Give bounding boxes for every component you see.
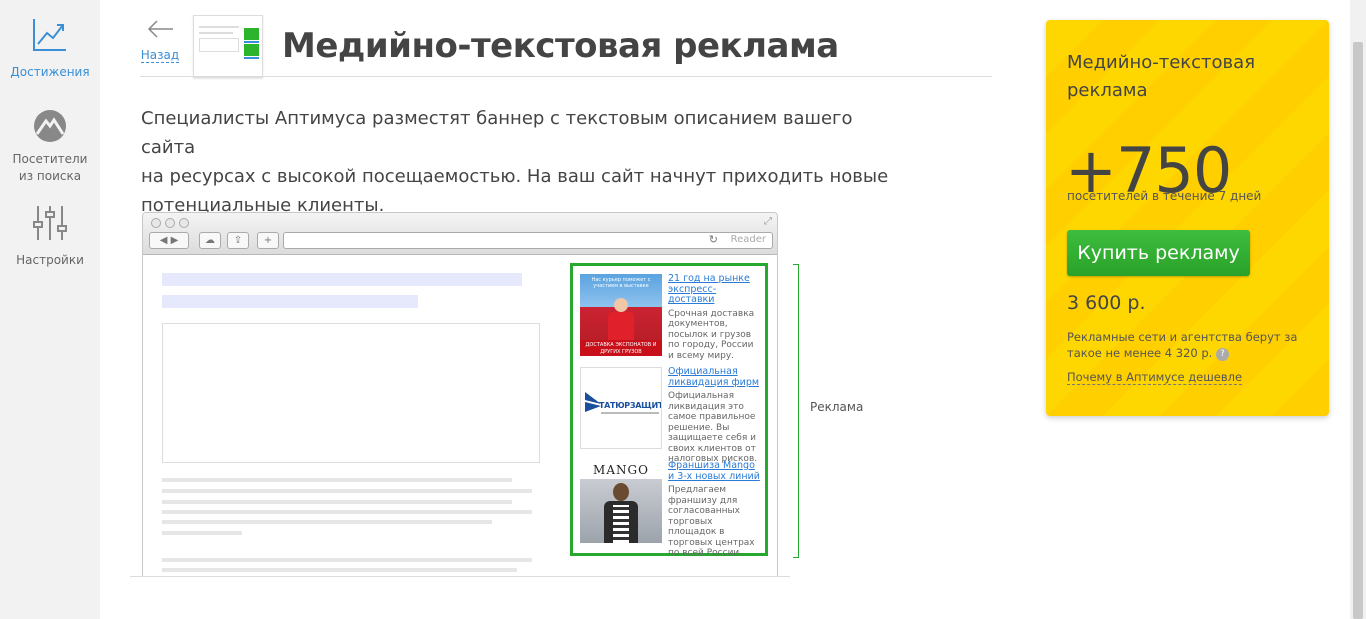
ad-description: Срочная доставка документов, посылок и г… (668, 308, 755, 361)
buy-ad-button[interactable]: Купить рекламу (1067, 230, 1250, 276)
ad-item: Нас курьер поможет с участием в выставке… (580, 273, 762, 361)
offer-card: Медийно-текстовая реклама +750 посетител… (1046, 20, 1329, 416)
ad-link[interactable]: 21 год на рынке экспресс-доставки (668, 273, 762, 306)
placeholder-line (162, 478, 512, 482)
plaid-shirt-icon (613, 505, 629, 543)
scrollbar[interactable] (1350, 0, 1366, 619)
browser-toolbar: ⤢ ◀ ▶ ☁ ⇪ + ↻ Reader (143, 213, 777, 255)
main-content: Назад Медийно-текстовая реклама Специали… (100, 0, 1366, 619)
reader-label: Reader (730, 234, 766, 245)
description-line: на ресурсах с высокой посещаемостью. На … (141, 166, 889, 187)
ad-text: Официальная ликвидация фирм Официальная … (668, 366, 762, 465)
fullscreen-icon: ⤢ (764, 216, 772, 227)
ad-image-mango: MANGO (580, 461, 662, 543)
ad-text: Франшиза Mango и 3-х новых линий Предлаг… (668, 460, 762, 559)
ad-link[interactable]: Франшиза Mango и 3-х новых линий (668, 460, 762, 482)
ad-link[interactable]: Официальная ликвидация фирм (668, 366, 762, 388)
sidebar-item-label: из поиска (18, 169, 82, 183)
window-dot (165, 218, 175, 228)
divider (130, 576, 790, 577)
service-thumbnail (193, 15, 263, 78)
scrollbar-thumb[interactable] (1353, 42, 1363, 619)
ad-brand: ТАТЮРЗАЩИТА (599, 401, 662, 410)
arrow-left-icon (147, 20, 173, 38)
sidebar-item-settings[interactable]: Настройки (0, 204, 100, 269)
sidebar-item-label: Настройки (16, 253, 84, 267)
chart-line-icon (33, 19, 66, 51)
ad-description: Официальная ликвидация это самое правиль… (668, 391, 758, 464)
why-cheaper-link[interactable]: Почему в Аптимусе дешевле (1067, 370, 1243, 385)
window-dot (151, 218, 161, 228)
ad-image-caption: ДОСТАВКА ЭКСПОНАТОВ И ДРУГИХ ГРУЗОВ (580, 340, 662, 356)
card-title: Медийно-текстовая реклама (1067, 49, 1255, 105)
ad-description: Предлагаем франшизу для согласованных то… (668, 485, 755, 558)
reload-icon: ↻ (708, 233, 718, 246)
divider (140, 76, 992, 77)
ad-item: MANGO Франшиза Mango и 3-х новых линий П… (580, 460, 762, 558)
window-dot (179, 218, 189, 228)
back-label: Назад (140, 48, 180, 63)
description-line: Специалисты Аптимуса разместят баннер с … (141, 108, 853, 158)
placeholder-line (162, 531, 242, 535)
browser-illustration: ⤢ ◀ ▶ ☁ ⇪ + ↻ Reader Нас курьер поможет … (142, 212, 778, 577)
help-icon[interactable]: ? (1215, 348, 1229, 361)
ad-image-delivery: Нас курьер поможет с участием в выставке… (580, 274, 662, 356)
share-icon: ⇪ (227, 232, 249, 249)
description: Специалисты Аптимуса разместят баннер с … (141, 104, 901, 220)
back-button[interactable]: Назад (140, 20, 180, 63)
ad-item: ТАТЮРЗАЩИТА Официальная ликвидация фирм … (580, 366, 762, 464)
address-bar: ↻ Reader (283, 232, 773, 249)
person-body-icon (608, 312, 634, 340)
person-head-icon (613, 483, 629, 501)
placeholder-box (162, 323, 540, 463)
card-title-line: реклама (1067, 80, 1148, 101)
placeholder-line (162, 510, 532, 514)
visitors-caption: посетителей в течение 7 дней (1067, 189, 1262, 203)
competitor-note: Рекламные сети и агентства берут за тако… (1067, 329, 1307, 361)
sidebar-item-search-visitors[interactable]: Посетители из поиска (0, 108, 100, 185)
card-title-line: Медийно-текстовая (1067, 52, 1256, 73)
ad-bracket (793, 264, 799, 558)
ad-image-liquidation: ТАТЮРЗАЩИТА (580, 367, 662, 449)
placeholder-line (162, 520, 492, 524)
ad-block: Нас курьер поможет с участием в выставке… (570, 263, 768, 558)
back-forward-icon: ◀ ▶ (149, 232, 189, 249)
ad-image-caption: Нас курьер поможет с участием в выставке (591, 277, 651, 289)
page-title: Медийно-текстовая реклама (282, 26, 839, 66)
placeholder-line (162, 558, 532, 562)
ad-text: 21 год на рынке экспресс-доставки Срочна… (668, 273, 762, 361)
price: 3 600 р. (1067, 292, 1146, 314)
ad-label: Реклама (810, 400, 864, 414)
brand-tagline (601, 412, 659, 414)
sliders-icon (33, 206, 67, 240)
mountain-icon (34, 110, 66, 142)
sidebar-item-label: Посетители (12, 152, 88, 166)
sidebar: Достижения Посетители из поиска Настройк… (0, 0, 100, 619)
placeholder-bar (162, 295, 418, 308)
ad-brand: MANGO (593, 463, 649, 477)
placeholder-line (162, 489, 532, 493)
placeholder-line (162, 500, 512, 504)
plus-icon: + (257, 232, 279, 249)
competitor-note-text: Рекламные сети и агентства берут за тако… (1067, 330, 1298, 360)
placeholder-line (162, 568, 517, 572)
person-icon (614, 298, 628, 312)
sidebar-item-achievements[interactable]: Достижения (0, 16, 100, 81)
sidebar-item-label: Достижения (10, 65, 90, 79)
placeholder-bar (162, 273, 522, 286)
cloud-icon: ☁ (199, 232, 221, 249)
